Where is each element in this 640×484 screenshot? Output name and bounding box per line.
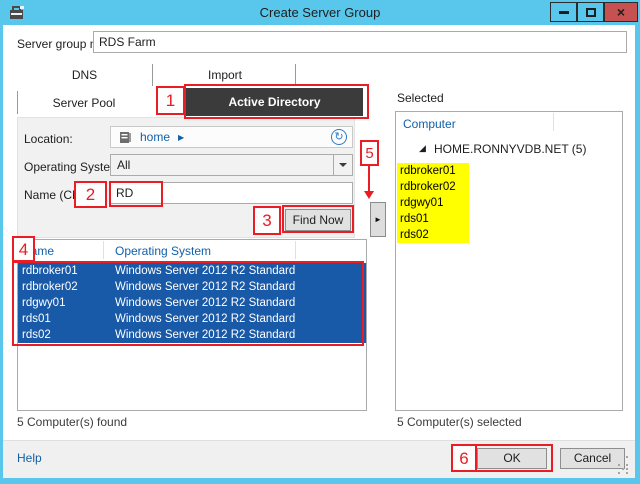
column-divider	[103, 241, 104, 259]
refresh-icon[interactable]: ↻	[331, 129, 347, 145]
chevron-right-icon[interactable]: ▶	[178, 133, 184, 142]
maximize-icon	[586, 8, 596, 17]
minimize-button[interactable]	[550, 2, 577, 22]
annotation-4: 4	[12, 236, 35, 262]
close-button[interactable]: ×	[604, 2, 638, 22]
window-title: Create Server Group	[0, 0, 640, 25]
column-header-computer[interactable]: Computer	[403, 117, 456, 131]
location-breadcrumb[interactable]: home	[140, 130, 170, 144]
dropdown-arrow-icon[interactable]	[333, 155, 352, 175]
operating-system-label: Operating System:	[24, 160, 123, 174]
operating-system-value: All	[117, 158, 130, 172]
selected-item[interactable]: rds01	[397, 211, 469, 227]
add-selected-button[interactable]: ►	[370, 202, 386, 237]
annotation-5: 5	[360, 140, 379, 166]
maximize-button[interactable]	[577, 2, 604, 22]
tab-divider	[295, 64, 296, 86]
annotation-2: 2	[74, 181, 107, 208]
arrow-right-icon: ►	[374, 215, 382, 224]
server-manager-icon	[8, 4, 25, 21]
selected-item[interactable]: rdbroker01	[397, 163, 469, 179]
selected-item[interactable]: rdbroker02	[397, 179, 469, 195]
annotation-2-highlight	[109, 181, 163, 207]
annotation-1-highlight	[184, 84, 369, 119]
tab-server-pool[interactable]: Server Pool	[18, 96, 150, 110]
selected-status: 5 Computer(s) selected	[397, 415, 522, 429]
annotation-5-arrow	[368, 166, 370, 192]
annotation-1: 1	[156, 86, 185, 115]
create-server-group-dialog: Create Server Group × Server group name …	[0, 0, 640, 484]
servers-icon	[119, 131, 132, 144]
location-field[interactable]: home ▶ ↻	[110, 126, 353, 148]
cancel-button[interactable]: Cancel	[560, 448, 625, 469]
tab-dns[interactable]: DNS	[17, 68, 152, 82]
tab-divider	[152, 64, 153, 86]
selected-panel-title: Selected	[397, 91, 444, 105]
annotation-6-highlight	[472, 444, 553, 472]
tree-group-node[interactable]: HOME.RONNYVDB.NET (5)	[434, 142, 586, 156]
minimize-icon	[559, 11, 569, 14]
annotation-6: 6	[451, 444, 477, 472]
selected-panel	[395, 111, 623, 411]
help-link[interactable]: Help	[17, 451, 42, 465]
location-label: Location:	[24, 132, 73, 146]
annotation-5-arrowhead	[364, 191, 374, 199]
annotation-4-highlight	[12, 261, 364, 346]
tree-expanded-icon[interactable]: ◢	[419, 143, 426, 154]
selected-item[interactable]: rds02	[397, 227, 469, 243]
resize-grip[interactable]	[618, 464, 620, 466]
selected-item[interactable]: rdgwy01	[397, 195, 469, 211]
annotation-3-highlight	[282, 205, 354, 233]
tab-import[interactable]: Import	[155, 68, 295, 82]
found-status: 5 Computer(s) found	[17, 415, 127, 429]
column-divider	[295, 241, 296, 259]
annotation-3: 3	[253, 206, 281, 235]
operating-system-dropdown[interactable]: All	[110, 154, 353, 176]
column-header-os[interactable]: Operating System	[115, 244, 211, 258]
column-divider	[553, 113, 554, 131]
server-group-name-input[interactable]	[93, 31, 627, 53]
close-icon: ×	[617, 4, 625, 20]
